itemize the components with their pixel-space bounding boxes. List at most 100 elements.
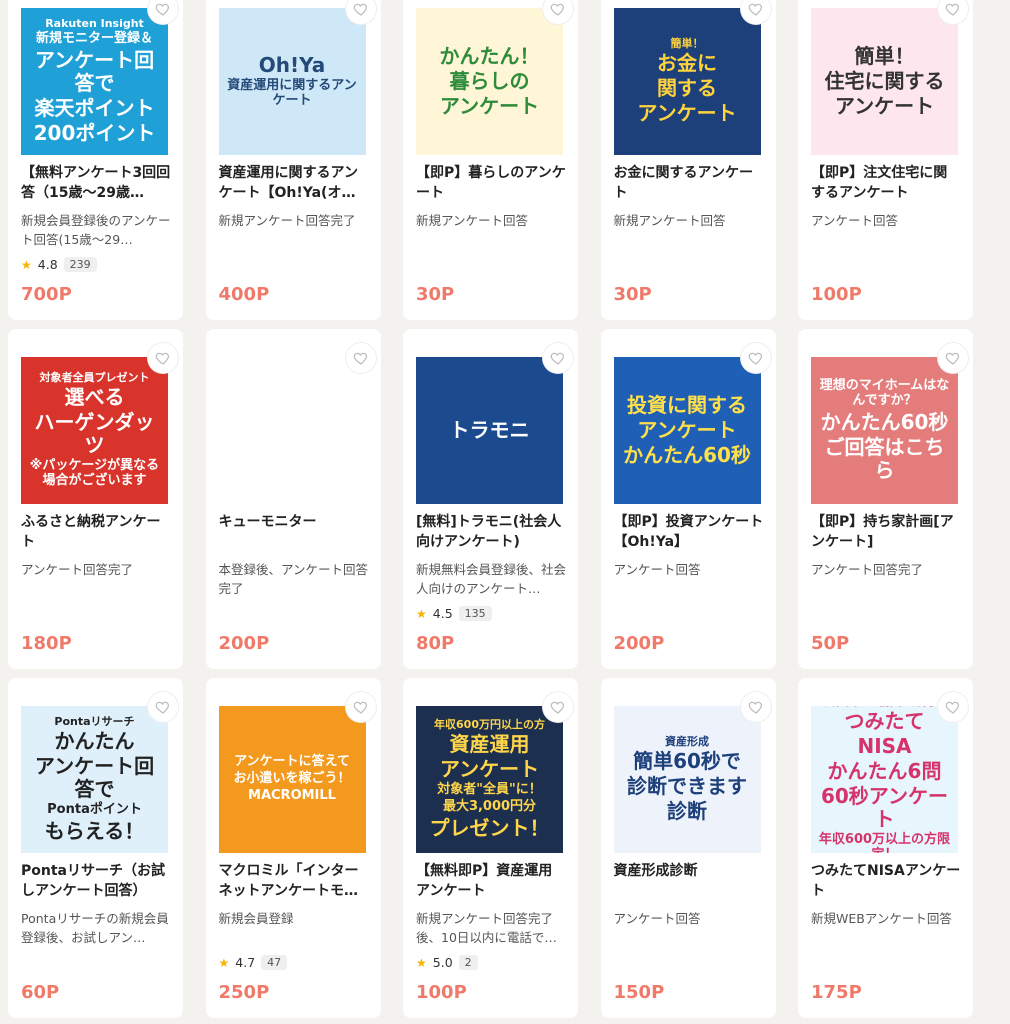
favorite-heart-icon[interactable] <box>543 343 573 373</box>
favorite-heart-icon[interactable] <box>938 692 968 722</box>
campaign-thumbnail[interactable]: 簡単！ 住宅に関する アンケート <box>811 8 958 155</box>
survey-card[interactable]: トラモニ [無料]トラモニ(社会人向けアンケート) 新規無料会員登録後、社会人向… <box>403 329 578 669</box>
thumb-text: 関する <box>656 76 717 101</box>
favorite-heart-icon[interactable] <box>938 0 968 24</box>
campaign-thumbnail[interactable]: 対象者全員プレゼント 選べる ハーゲンダッツ ※パッケージが異なる場合がございます <box>21 357 168 504</box>
thumb-text: ハーゲンダッツ <box>34 410 155 458</box>
campaign-condition: 新規WEBアンケート回答 <box>811 911 952 926</box>
thumb-text: アンケート <box>637 418 737 442</box>
campaign-condition: アンケート回答 <box>613 562 701 577</box>
favorite-heart-icon[interactable] <box>345 343 376 373</box>
campaign-title[interactable]: 【即P】投資アンケート【Oh!Ya】 <box>614 512 764 552</box>
campaign-thumbnail[interactable]: Pontaリサーチ かんたん アンケート回答で Pontaポイント もらえる！ <box>21 706 168 853</box>
campaign-title[interactable]: キューモニター <box>219 512 369 532</box>
star-icon: ★ <box>416 955 427 970</box>
campaign-thumbnail[interactable]: Oh!Ya 資産運用に関するアンケート <box>218 8 366 155</box>
survey-card[interactable]: 簡単！ お金に 関する アンケート お金に関するアンケート 新規アンケート回答 30P <box>600 0 776 320</box>
campaign-title[interactable]: 【即P】注文住宅に関するアンケート <box>811 163 961 203</box>
campaign-title[interactable]: [無料]トラモニ(社会人向けアンケート) <box>416 512 566 552</box>
survey-card[interactable]: 会社員・公務員の方向けつみたてNISAかんたん6問60秒アンケート年収600万以… <box>798 678 973 1018</box>
survey-card[interactable]: 対象者全員プレゼント 選べる ハーゲンダッツ ※パッケージが異なる場合がございます ふ… <box>8 329 183 669</box>
favorite-heart-icon[interactable] <box>148 0 178 24</box>
campaign-thumbnail[interactable]: 資産形成 簡単60秒で 診断できます 診断 <box>613 706 761 853</box>
campaign-title[interactable]: お金に関するアンケート <box>614 163 764 203</box>
thumb-text: お小遣いを稼ごう！ <box>233 771 351 787</box>
thumb-text: かんたん60秒 <box>623 443 751 467</box>
thumb-text: プレゼント！ <box>429 816 550 841</box>
campaign-thumbnail[interactable]: アンケートに答えて お小遣いを稼ごう！ MACROMILL <box>218 706 366 853</box>
survey-card[interactable]: Rakuten Insight 新規モニター登録＆ アンケート回答で 楽天ポイント 20… <box>8 0 183 320</box>
survey-card[interactable]: 簡単！ 住宅に関する アンケート 【即P】注文住宅に関するアンケート アンケート回答… <box>798 0 973 320</box>
thumb-text: トラモニ <box>449 418 530 442</box>
survey-card[interactable]: かんたん！ 暮らしの アンケート 【即P】暮らしのアンケート 新規アンケート回答 3… <box>403 0 578 320</box>
campaign-condition: 新規会員登録 <box>218 911 294 926</box>
campaign-thumbnail[interactable]: 会社員・公務員の方向けつみたてNISAかんたん6問60秒アンケート年収600万以… <box>811 706 958 853</box>
thumbnail-banner <box>288 427 296 435</box>
reward-points: 80P <box>416 633 455 654</box>
rating: ★ 4.5 135 <box>416 606 492 621</box>
campaign-thumbnail[interactable]: 理想のマイホームはなんですか？ かんたん60秒 ご回答はこちら <box>811 357 958 504</box>
rating: ★ 4.7 47 <box>219 955 288 970</box>
campaign-title[interactable]: 【即P】持ち家計画[アンケート] <box>811 512 961 552</box>
thumb-text: アンケート <box>637 101 737 126</box>
thumb-text: かんたん <box>54 729 135 754</box>
thumb-text: 簡単！ <box>854 44 915 68</box>
reward-points: 175P <box>811 982 862 1003</box>
survey-card[interactable]: キューモニター 本登録後、アンケート回答完了 200P <box>205 329 381 669</box>
favorite-heart-icon[interactable] <box>740 692 771 722</box>
thumb-text: 新規モニター登録＆ <box>35 31 153 47</box>
reward-points: 100P <box>811 284 862 305</box>
survey-card[interactable]: 資産形成 簡単60秒で 診断できます 診断 資産形成診断 アンケート回答 150P <box>600 678 776 1018</box>
campaign-title[interactable]: 【無料アンケート3回回答（15歳～29歳… <box>21 163 171 203</box>
reward-points: 200P <box>613 633 665 654</box>
campaign-thumbnail[interactable] <box>218 357 366 504</box>
thumb-text: 理想のマイホームはなんですか？ <box>819 378 950 408</box>
campaign-thumbnail[interactable]: 投資に関する アンケート かんたん60秒 <box>613 357 761 504</box>
survey-card[interactable]: アンケートに答えて お小遣いを稼ごう！ MACROMILL マクロミル「インターネッ… <box>205 678 381 1018</box>
thumb-text: ご回答はこちら <box>824 434 945 482</box>
campaign-thumbnail[interactable]: トラモニ <box>416 357 563 504</box>
star-icon: ★ <box>218 955 230 970</box>
favorite-heart-icon[interactable] <box>345 692 376 722</box>
campaign-thumbnail[interactable]: Rakuten Insight 新規モニター登録＆ アンケート回答で 楽天ポイント 20… <box>21 8 168 155</box>
campaign-thumbnail[interactable]: 年収600万円以上の方 資産運用 アンケート 対象者"全員"に！ 最大3,000円分 プレ… <box>416 706 563 853</box>
campaign-thumbnail[interactable]: かんたん！ 暮らしの アンケート <box>416 8 563 155</box>
campaign-title[interactable]: 資産形成診断 <box>614 861 764 881</box>
reward-points: 60P <box>21 982 60 1003</box>
favorite-heart-icon[interactable] <box>148 692 178 722</box>
campaign-condition: 本登録後、アンケート回答完了 <box>218 562 369 596</box>
campaign-title[interactable]: マクロミル「インターネットアンケートモ… <box>219 861 369 901</box>
campaign-thumbnail[interactable]: 簡単！ お金に 関する アンケート <box>613 8 761 155</box>
survey-card[interactable]: 理想のマイホームはなんですか？ かんたん60秒 ご回答はこちら 【即P】持ち家計画[… <box>798 329 973 669</box>
favorite-heart-icon[interactable] <box>148 343 178 373</box>
thumb-text: 住宅に関する <box>824 69 945 93</box>
survey-card[interactable]: 投資に関する アンケート かんたん60秒 【即P】投資アンケート【Oh!Ya】 アン… <box>600 329 776 669</box>
campaign-title[interactable]: つみたてNISAアンケート <box>811 861 961 901</box>
campaign-title[interactable]: 【無料即P】資産運用アンケート <box>416 861 566 901</box>
thumb-text: 暮らしの <box>449 69 530 93</box>
campaign-title[interactable]: Pontaリサーチ（お試しアンケート回答） <box>21 861 171 901</box>
thumb-text: 選べる <box>64 385 125 410</box>
favorite-heart-icon[interactable] <box>938 343 968 373</box>
thumb-text: アンケートに答えて <box>234 754 350 770</box>
favorite-heart-icon[interactable] <box>740 343 771 373</box>
thumb-text: 最大3,000円分 <box>442 799 537 815</box>
survey-card[interactable]: Pontaリサーチ かんたん アンケート回答で Pontaポイント もらえる！ Pont… <box>8 678 183 1018</box>
thumb-text: もらえる！ <box>44 819 145 844</box>
thumb-text: お金に <box>656 51 717 76</box>
survey-card[interactable]: Oh!Ya 資産運用に関するアンケート 資産運用に関するアンケート【Oh!Ya(オ… <box>205 0 381 320</box>
favorite-heart-icon[interactable] <box>543 0 573 24</box>
rating-value: 4.7 <box>235 955 256 970</box>
campaign-title[interactable]: 【即P】暮らしのアンケート <box>416 163 566 203</box>
review-count-badge: 2 <box>458 955 478 970</box>
survey-card[interactable]: 年収600万円以上の方 資産運用 アンケート 対象者"全員"に！ 最大3,000円分 プレ… <box>403 678 578 1018</box>
favorite-heart-icon[interactable] <box>543 692 573 722</box>
thumbnail-banner: 簡単！ お金に 関する アンケート <box>633 32 740 132</box>
thumb-text: かんたん6問 <box>827 759 942 784</box>
thumb-text: Oh!Ya <box>258 53 326 78</box>
thumb-text: NISA <box>857 734 912 759</box>
campaign-title[interactable]: 資産運用に関するアンケート【Oh!Ya(オ… <box>219 163 369 203</box>
campaign-title[interactable]: ふるさと納税アンケート <box>21 512 171 552</box>
thumb-text: 対象者全員プレゼント <box>39 370 150 384</box>
thumbnail-banner: 会社員・公務員の方向けつみたてNISAかんたん6問60秒アンケート年収600万以… <box>811 706 958 853</box>
